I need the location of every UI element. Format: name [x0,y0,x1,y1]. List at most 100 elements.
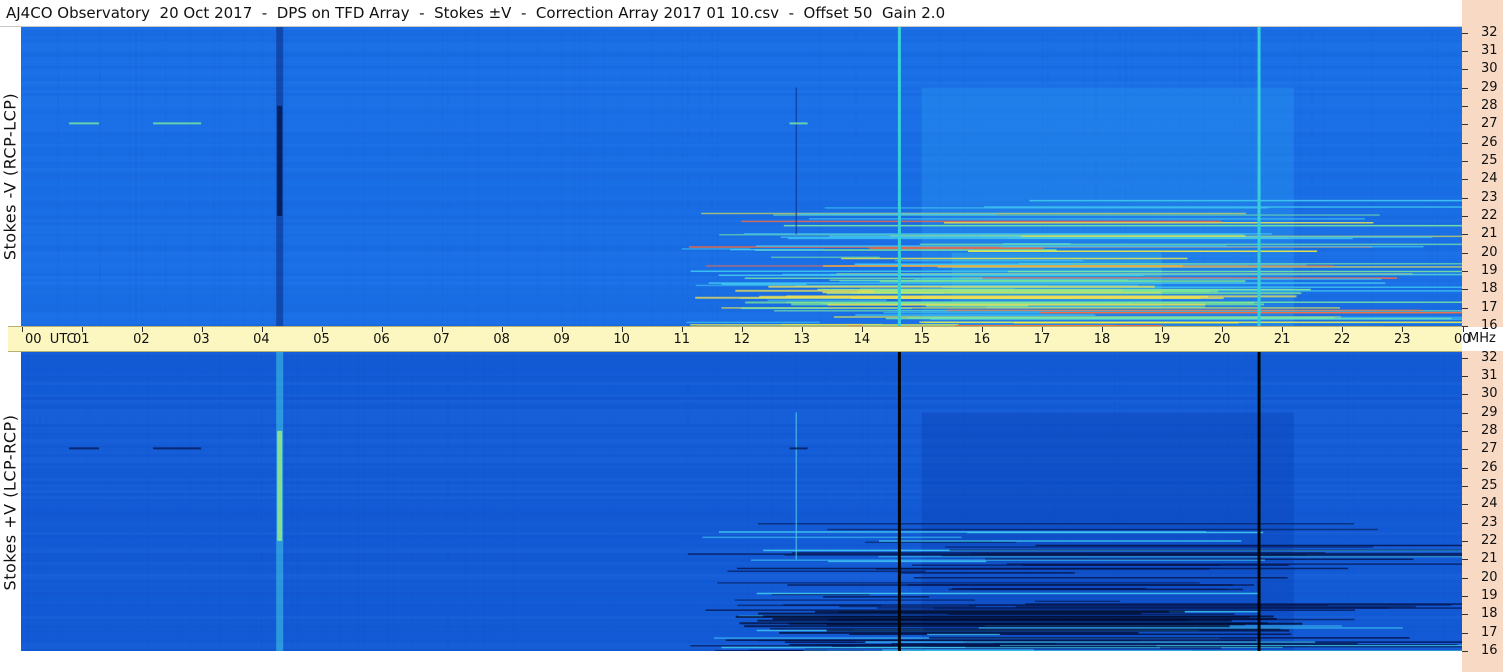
freq-tick [1462,375,1468,377]
time-band [21,352,23,651]
bottom-margin [0,651,1462,672]
time-band [201,352,203,651]
freq-tick [1462,651,1468,652]
spectral-band [21,36,1462,39]
freq-tick-label: 20 [1481,244,1498,260]
freq-tick [1462,197,1468,199]
rfi-line [978,627,1403,629]
freq-tick-label: 21 [1481,551,1498,567]
freq-tick-label: 25 [1481,152,1498,168]
freq-unit-label: MHz [1468,331,1496,346]
rfi-line [823,596,930,598]
time-band [135,27,137,326]
rfi-line [1014,321,1239,324]
time-band [321,352,323,651]
freq-tick-label: 20 [1481,569,1498,585]
freq-tick [1462,179,1468,181]
time-band [789,352,791,651]
freq-tick [1462,234,1468,236]
time-band [1443,27,1445,326]
freq-tick [1462,215,1468,217]
time-band [105,352,107,651]
rfi-line [855,314,1096,316]
spectral-band [21,51,1462,54]
spectral-band [21,60,1462,63]
short-dash [69,447,100,450]
rfi-line [891,643,1358,645]
rfi-line [784,641,866,643]
time-tick-label: 12 [733,332,751,347]
freq-tick-label: 16 [1481,643,1498,658]
time-tick-label: 04 [253,332,270,347]
rfi-line [743,233,1272,235]
time-band [1311,27,1313,326]
time-band [57,27,59,326]
freq-tick-label: 19 [1481,587,1498,603]
spectral-band [21,42,1462,45]
time-band [513,352,515,651]
freq-tick [1462,559,1468,561]
rfi-line [854,263,1072,265]
time-tick [21,327,23,332]
freq-tick-label: 28 [1481,97,1498,113]
time-tick-label: 05 [313,332,330,347]
time-band [687,352,689,651]
time-band [465,352,467,651]
strong-band-line [838,610,1185,613]
short-dash [153,122,202,125]
time-band [579,27,581,326]
time-band [741,352,743,651]
freq-tick [1462,124,1468,126]
rfi-line [1040,311,1462,314]
spectral-band [21,78,1462,81]
spectral-band [21,33,1462,36]
time-tick-label: 06 [373,332,390,347]
freq-axis-bottom: 32 31 30 29 28 27 26 25 24 23 22 21 20 19 18 17 16 [1462,350,1503,672]
freq-tick [1462,412,1468,414]
rfi-line [706,265,1334,267]
freq-tick-label: 32 [1481,24,1498,40]
freq-tick [1462,32,1468,34]
time-tick-label: 16 [973,332,991,347]
short-dash [789,122,808,125]
time-band [1437,27,1439,326]
time-tick-label: 00 UTC [25,332,76,347]
time-band [159,352,161,651]
spectral-band [21,48,1462,51]
rfi-line [755,245,1228,247]
time-tick-label: 10 [613,332,630,347]
time-band [711,27,713,326]
time-tick-label: 11 [673,332,690,347]
strong-band-line [768,285,1155,288]
freq-tick [1462,105,1468,107]
time-band [219,352,221,651]
spectral-band [21,75,1462,78]
strong-band-line [744,625,1230,628]
freq-tick [1462,142,1468,144]
rfi-line [757,639,1140,642]
time-band [1443,352,1445,651]
chart-title: AJ4CO Observatory 20 Oct 2017 - DPS on T… [6,4,946,22]
rfi-line [929,637,1410,639]
rfi-line [681,248,751,250]
time-band [417,352,419,651]
freq-tick [1462,326,1468,327]
freq-tick [1462,540,1468,542]
rfi-line [994,553,1261,556]
time-band [1299,27,1301,326]
strong-band-line [826,629,1290,632]
freq-tick [1462,485,1468,487]
time-band [297,352,299,651]
rfi-line [702,536,962,539]
rfi-line [783,224,1462,227]
time-band [699,27,701,326]
time-band [363,27,365,326]
freq-tick-label: 23 [1481,514,1498,530]
strong-band-line [851,297,1224,300]
spectral-band [21,54,1462,57]
rfi-line [686,321,820,324]
time-band [159,27,161,326]
time-band [57,352,59,651]
freq-tick [1462,87,1468,89]
rfi-line [1008,270,1462,273]
